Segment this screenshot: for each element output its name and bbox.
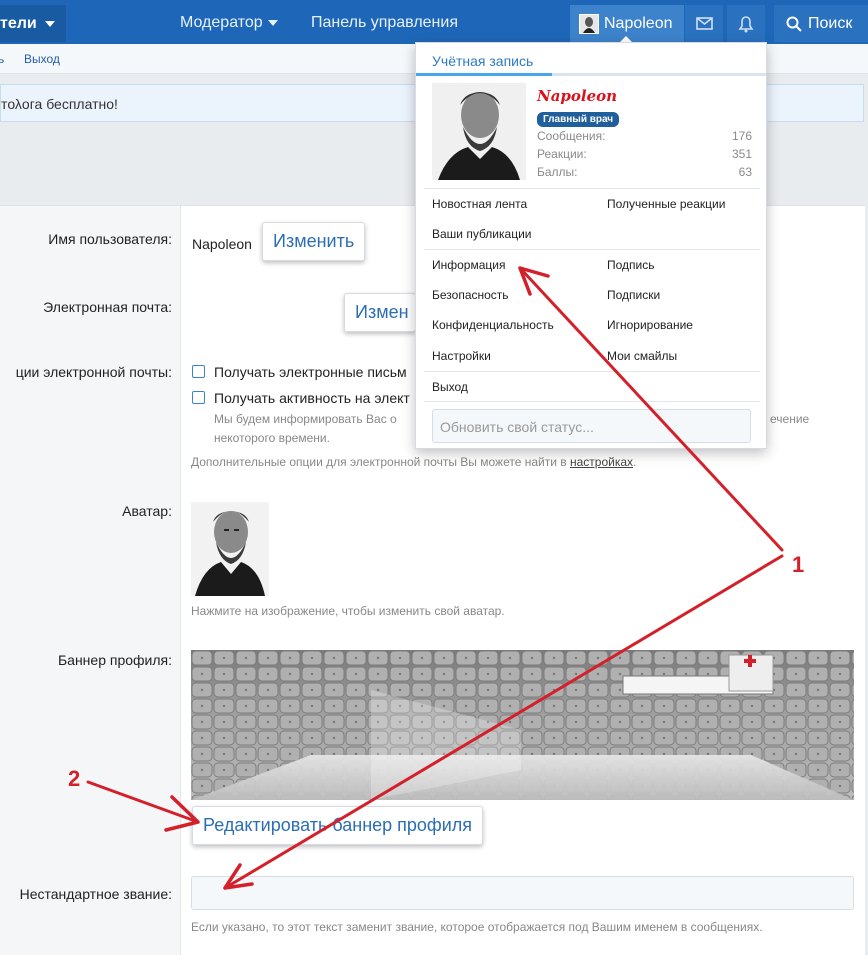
username-label: Имя пользователя: bbox=[48, 231, 172, 247]
active-tab-indicator bbox=[416, 73, 552, 76]
stat-reactions: Реакции: 351 bbox=[537, 147, 752, 161]
status-update-input[interactable]: Обновить свой статус... bbox=[432, 409, 751, 443]
activity-hint-line2: некоторого времени. bbox=[214, 431, 330, 445]
stat-points: Баллы: 63 bbox=[537, 165, 752, 179]
username-value: Napoleon bbox=[192, 236, 252, 252]
avatar-hint: Нажмите на изображение, чтобы изменить с… bbox=[191, 604, 505, 618]
search-icon bbox=[786, 16, 802, 32]
more-options-text: Дополнительные опции для электронной поч… bbox=[191, 455, 567, 469]
link-signature[interactable]: Подпись bbox=[607, 258, 655, 272]
form-label-column bbox=[0, 206, 181, 955]
nav-users-label: тели bbox=[0, 15, 37, 32]
receive-emails-checkbox[interactable] bbox=[192, 365, 205, 378]
top-nav: тели Модератор Панель управления Napoleo… bbox=[0, 0, 868, 44]
dropdown-username[interactable]: Napoleon bbox=[537, 87, 617, 105]
receive-emails-label: Получать электронные письм bbox=[214, 364, 407, 380]
avatar-label: Аватар: bbox=[122, 503, 172, 519]
annotation-number-2: 2 bbox=[68, 766, 81, 791]
stat-messages-label: Сообщения: bbox=[537, 129, 606, 143]
custom-title-hint: Если указано, то этот текст заменит зван… bbox=[191, 920, 763, 934]
subbar-logout-link[interactable]: Выход bbox=[24, 52, 60, 66]
nav-control-panel[interactable]: Панель управления bbox=[311, 14, 458, 32]
divider bbox=[424, 371, 760, 372]
activity-hint-line1-tail: ечение bbox=[770, 412, 810, 426]
stat-points-value: 63 bbox=[738, 165, 752, 179]
link-subscriptions[interactable]: Подписки bbox=[607, 288, 660, 302]
avatar[interactable] bbox=[191, 502, 269, 596]
nav-user-menu[interactable]: Napoleon bbox=[570, 5, 684, 42]
link-smilies[interactable]: Мои смайлы bbox=[607, 349, 677, 363]
chevron-down-icon bbox=[267, 19, 278, 26]
link-logout[interactable]: Выход bbox=[432, 380, 468, 394]
nav-moderator-label: Модератор bbox=[180, 14, 263, 31]
chevron-down-icon bbox=[44, 20, 55, 27]
subbar-link[interactable]: ь bbox=[0, 52, 4, 66]
link-settings[interactable]: Настройки bbox=[432, 349, 491, 363]
avatar bbox=[579, 14, 599, 34]
more-options-hint: Дополнительные опции для электронной поч… bbox=[191, 455, 636, 469]
activity-hint-line1: Мы будем информировать Вас о bbox=[214, 412, 397, 426]
account-dropdown: Учётная запись Napoleon Главный врач Соо… bbox=[415, 42, 767, 449]
custom-title-input[interactable] bbox=[191, 876, 854, 910]
tab-account-label: Учётная запись bbox=[432, 53, 534, 69]
link-privacy[interactable]: Конфиденциальность bbox=[432, 318, 554, 332]
stat-messages: Сообщения: 176 bbox=[537, 129, 752, 143]
settings-link[interactable]: настройках bbox=[570, 455, 633, 469]
link-ignoring[interactable]: Игнорирование bbox=[607, 318, 693, 332]
stat-points-label: Баллы: bbox=[537, 165, 578, 179]
inbox-icon[interactable] bbox=[685, 5, 723, 42]
change-username-button[interactable]: Изменить bbox=[262, 222, 366, 261]
link-reactions-received[interactable]: Полученные реакции bbox=[607, 197, 725, 211]
link-information[interactable]: Информация bbox=[432, 258, 505, 272]
activity-summary-checkbox[interactable] bbox=[192, 391, 205, 404]
email-label: Электронная почта: bbox=[43, 299, 172, 315]
banner-label: Баннер профиля: bbox=[57, 652, 172, 668]
divider bbox=[424, 249, 760, 250]
edit-banner-button[interactable]: Редактировать баннер профиля bbox=[192, 806, 484, 845]
status-placeholder: Обновить свой статус... bbox=[440, 419, 594, 435]
link-your-posts[interactable]: Ваши публикации bbox=[432, 227, 531, 241]
tab-account[interactable]: Учётная запись bbox=[416, 43, 766, 76]
nav-user-name: Napoleon bbox=[604, 15, 673, 32]
notice-text: тολога бесплатно! bbox=[1, 96, 118, 112]
more-options-end: . bbox=[633, 455, 637, 469]
email-options-label: ции электронной почты: bbox=[15, 364, 172, 380]
user-rank-badge: Главный врач bbox=[537, 112, 620, 127]
search-button[interactable]: Поиск bbox=[774, 5, 868, 42]
link-security[interactable]: Безопасность bbox=[432, 288, 509, 302]
divider bbox=[424, 401, 760, 402]
link-news-feed[interactable]: Новостная лента bbox=[432, 197, 527, 211]
divider bbox=[424, 188, 760, 189]
search-label: Поиск bbox=[808, 15, 853, 32]
stat-reactions-label: Реакции: bbox=[537, 147, 587, 161]
avatar[interactable] bbox=[432, 83, 526, 180]
change-email-button[interactable]: Измен bbox=[344, 293, 416, 332]
custom-title-label: Нестандартное звание: bbox=[19, 886, 172, 902]
stat-reactions-value: 351 bbox=[731, 147, 752, 161]
nav-users-menu[interactable]: тели bbox=[0, 5, 66, 42]
activity-summary-label: Получать активность на элект bbox=[214, 390, 410, 406]
profile-banner-image bbox=[191, 650, 854, 800]
nav-moderator[interactable]: Модератор bbox=[180, 14, 278, 32]
bell-icon[interactable] bbox=[727, 5, 765, 42]
stat-messages-value: 176 bbox=[731, 129, 752, 143]
annotation-number-1: 1 bbox=[792, 552, 805, 577]
